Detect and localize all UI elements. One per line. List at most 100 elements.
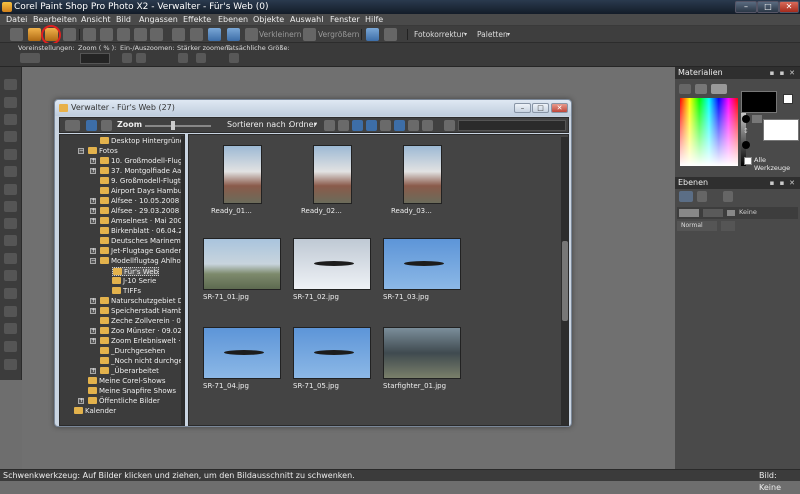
menu-ansicht[interactable]: Ansicht bbox=[81, 14, 111, 26]
open-file-icon[interactable] bbox=[28, 28, 41, 41]
tree-expander-icon[interactable]: + bbox=[90, 328, 96, 334]
menu-datei[interactable]: Datei bbox=[6, 14, 27, 26]
dropper-tool-icon[interactable] bbox=[4, 131, 17, 142]
zoom-percent-input[interactable] bbox=[80, 53, 110, 64]
new-file-icon[interactable] bbox=[10, 28, 23, 41]
toolbar-tool-icon-1[interactable] bbox=[324, 120, 335, 131]
redo-icon[interactable] bbox=[150, 28, 163, 41]
tree-item[interactable]: TIFFs bbox=[112, 287, 141, 296]
tree-expander-icon[interactable]: + bbox=[78, 398, 84, 404]
info-icon[interactable] bbox=[394, 120, 405, 131]
paletten-menu[interactable]: Paletten bbox=[477, 28, 508, 41]
foreground-swatch[interactable] bbox=[741, 91, 777, 113]
tree-item[interactable]: Naturschutzgebiet Düm bbox=[100, 297, 184, 306]
save-as-icon[interactable] bbox=[100, 28, 113, 41]
tree-expander-icon[interactable]: + bbox=[90, 198, 96, 204]
tree-expander-icon[interactable]: + bbox=[90, 308, 96, 314]
texture-dot-icon[interactable] bbox=[742, 115, 750, 123]
minimize-button[interactable]: – bbox=[735, 1, 757, 13]
toolbar-tool-icon-4[interactable] bbox=[366, 120, 377, 131]
layer-props-icon[interactable] bbox=[723, 191, 733, 202]
organizer-minimize-button[interactable]: – bbox=[514, 103, 531, 113]
tree-item[interactable]: Airport Days Hamburg bbox=[100, 187, 184, 196]
sort-select[interactable]: Ordner bbox=[289, 118, 317, 132]
menu-ebenen[interactable]: Ebenen bbox=[218, 14, 248, 26]
shape-tool-icon[interactable] bbox=[4, 341, 17, 352]
tree-item[interactable]: 37. Montgolfiade Aase bbox=[100, 167, 184, 176]
tree-item[interactable]: Modellflugtag Ahlhorn bbox=[100, 257, 184, 266]
screen-icon[interactable] bbox=[366, 28, 379, 41]
organizer-close-button[interactable]: ✕ bbox=[551, 103, 568, 113]
tree-item[interactable]: Zoom Erlebniswelt · 16. bbox=[100, 337, 184, 346]
zoom-in-small-icon[interactable] bbox=[122, 53, 132, 63]
eraser-icon[interactable] bbox=[4, 288, 17, 299]
rainbow-tab-icon[interactable] bbox=[695, 84, 707, 94]
swap-arrow-icon[interactable]: ↕ bbox=[743, 127, 753, 135]
paint-brush-icon[interactable] bbox=[4, 235, 17, 246]
texture-icon[interactable] bbox=[752, 115, 762, 123]
fill-tool-icon[interactable] bbox=[4, 306, 17, 317]
actual-size-icon[interactable] bbox=[229, 53, 239, 63]
toolbar-tool-icon-6[interactable] bbox=[408, 120, 419, 131]
lighten-tool-icon[interactable] bbox=[4, 270, 17, 281]
tree-item[interactable]: Fotos bbox=[88, 147, 118, 156]
toolbar-tool-icon-8[interactable] bbox=[444, 120, 455, 131]
tree-expander-icon[interactable]: + bbox=[90, 368, 96, 374]
tree-expander-icon[interactable]: + bbox=[90, 298, 96, 304]
tree-item[interactable]: Jet-Flugtage Ganderke bbox=[100, 247, 184, 256]
tree-item[interactable]: Kalender bbox=[74, 407, 116, 416]
toolbar-tool-icon-5[interactable] bbox=[380, 120, 391, 131]
toolbar-tool-icon-2[interactable] bbox=[338, 120, 349, 131]
selection-tool-icon[interactable] bbox=[4, 114, 17, 125]
tree-item[interactable]: Amselnest · Mai 2007 bbox=[100, 217, 184, 226]
tree-expander-icon[interactable]: − bbox=[90, 258, 96, 264]
tree-item[interactable]: Birkenblatt · 06.04.200 bbox=[100, 227, 184, 236]
tree-expander-icon[interactable]: + bbox=[90, 338, 96, 344]
menu-objekte[interactable]: Objekte bbox=[253, 14, 284, 26]
copy-icon[interactable] bbox=[172, 28, 185, 41]
menu-effekte[interactable]: Effekte bbox=[183, 14, 211, 26]
tree-expander-icon[interactable]: + bbox=[90, 168, 96, 174]
tree-item[interactable]: Für's Web bbox=[112, 267, 160, 276]
tree-item[interactable]: Deutsches Marinemuse bbox=[100, 237, 184, 246]
tree-item[interactable]: Zeche Zollverein · 09.0 bbox=[100, 317, 184, 326]
tree-item[interactable]: Desktop Hintergründe bbox=[100, 137, 184, 146]
crop-tool-icon[interactable] bbox=[4, 149, 17, 160]
tree-item[interactable]: 9. Großmodell-Flugtag bbox=[100, 177, 184, 186]
toolbar-tool-icon-7[interactable] bbox=[422, 120, 433, 131]
menu-hilfe[interactable]: Hilfe bbox=[365, 14, 383, 26]
tree-item[interactable]: J-10 Serie bbox=[112, 277, 156, 286]
blend-mode-select[interactable]: Normal bbox=[677, 221, 717, 231]
zoom-slider-handle[interactable] bbox=[171, 121, 175, 130]
zoom-more-in-icon[interactable] bbox=[178, 53, 188, 63]
background-swatch[interactable] bbox=[763, 119, 799, 141]
collections-icon[interactable] bbox=[101, 120, 112, 131]
menu-anpassen[interactable]: Angassen bbox=[139, 14, 178, 26]
text-tool-icon[interactable] bbox=[4, 323, 17, 334]
tree-item[interactable]: Alfsee · 29.03.2008 bbox=[100, 207, 179, 216]
opacity-icon[interactable] bbox=[721, 221, 735, 231]
info-icon[interactable] bbox=[208, 28, 221, 41]
style-dot-icon[interactable] bbox=[742, 141, 750, 149]
toolbar-tool-icon-3[interactable] bbox=[352, 120, 363, 131]
scratch-tool-icon[interactable] bbox=[4, 218, 17, 229]
fotokorrektur-menu[interactable]: Fotokorrektur bbox=[414, 28, 464, 41]
tree-item[interactable]: Meine Corel-Shows bbox=[88, 377, 165, 386]
tree-expander-icon[interactable]: + bbox=[90, 218, 96, 224]
browse-folders-icon[interactable] bbox=[86, 120, 97, 131]
tree-item[interactable]: 10. Großmodell-Flugtag bbox=[100, 157, 184, 166]
red-eye-tool-icon[interactable] bbox=[4, 184, 17, 195]
all-tools-checkbox[interactable] bbox=[744, 157, 752, 165]
zoom-out-small-icon[interactable] bbox=[136, 53, 146, 63]
save-icon[interactable] bbox=[83, 28, 96, 41]
undo-icon[interactable] bbox=[134, 28, 147, 41]
airbrush-icon[interactable] bbox=[4, 253, 17, 264]
menu-bild[interactable]: Bild bbox=[116, 14, 131, 26]
tree-expander-icon[interactable]: + bbox=[90, 158, 96, 164]
tree-item[interactable]: Speicherstadt Hamburg bbox=[100, 307, 184, 316]
tools-dropdown-icon[interactable] bbox=[384, 28, 397, 41]
color-picker[interactable] bbox=[680, 98, 738, 166]
scan-icon[interactable] bbox=[117, 28, 130, 41]
menu-bearbeiten[interactable]: Bearbeiten bbox=[33, 14, 77, 26]
presets-icon[interactable] bbox=[20, 53, 40, 63]
